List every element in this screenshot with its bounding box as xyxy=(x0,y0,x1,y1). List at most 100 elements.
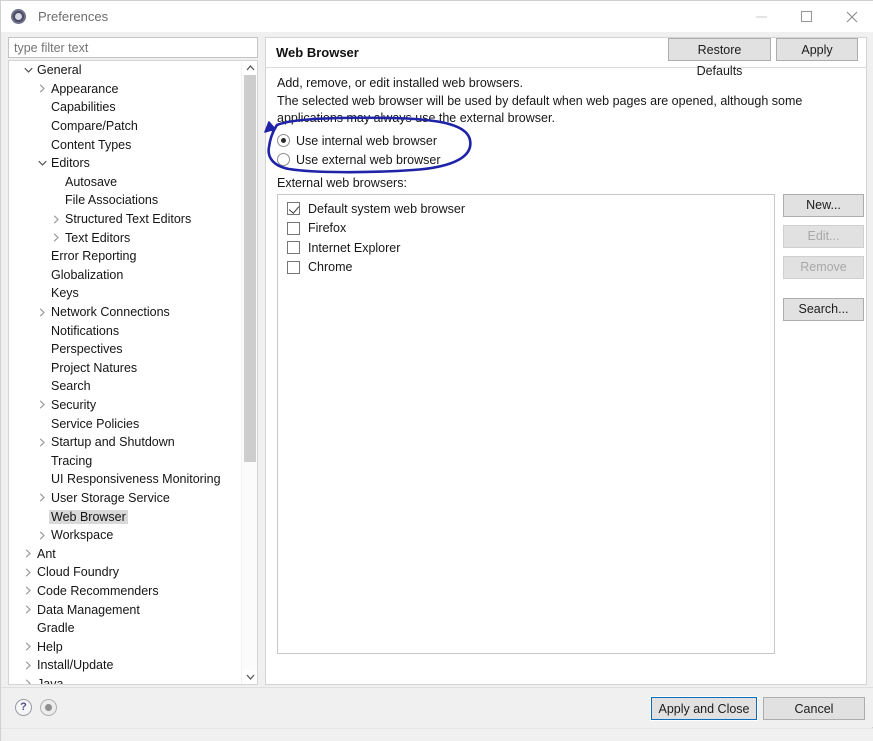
browser-label: Default system web browser xyxy=(308,201,466,216)
tree-item-content-types[interactable]: Content Types xyxy=(9,135,242,154)
minimize-icon[interactable] xyxy=(739,1,784,32)
tree-item-compare-patch[interactable]: Compare/Patch xyxy=(9,117,242,136)
radio-option-external[interactable]: Use external web browser xyxy=(277,150,441,169)
tree-item-code-recommenders[interactable]: Code Recommenders xyxy=(9,582,242,601)
tree-item-data-management[interactable]: Data Management xyxy=(9,600,242,619)
tree-item-install-update[interactable]: Install/Update xyxy=(9,656,242,675)
tree-item-network-connections[interactable]: Network Connections xyxy=(9,303,242,322)
chevron-down-icon[interactable] xyxy=(35,156,49,170)
scroll-up-arrow-icon[interactable] xyxy=(242,61,257,75)
tree-item-label: Content Types xyxy=(51,137,132,152)
radio-button[interactable] xyxy=(277,153,290,166)
scrollbar-track[interactable] xyxy=(242,75,257,670)
tree-item-capabilities[interactable]: Capabilities xyxy=(9,98,242,117)
tree-twisty-placeholder xyxy=(35,268,49,282)
button-spacer xyxy=(783,248,864,256)
apply-and-close-button[interactable]: Apply and Close xyxy=(650,696,758,721)
chevron-right-icon[interactable] xyxy=(49,231,63,245)
maximize-icon[interactable] xyxy=(784,1,829,32)
chevron-right-icon[interactable] xyxy=(35,528,49,542)
tree-item-globalization[interactable]: Globalization xyxy=(9,266,242,285)
browser-list-item[interactable]: Firefox xyxy=(278,219,774,239)
search-button[interactable]: Search... xyxy=(783,298,864,321)
search-input[interactable] xyxy=(8,37,258,58)
tree-item-label: Service Policies xyxy=(51,416,140,431)
tree-item-notifications[interactable]: Notifications xyxy=(9,321,242,340)
tree-item-error-reporting[interactable]: Error Reporting xyxy=(9,247,242,266)
tree-item-label: User Storage Service xyxy=(51,490,170,505)
tree-item-project-natures[interactable]: Project Natures xyxy=(9,359,242,378)
preferences-tree[interactable]: General Appearance Capabilities Compare/Pat… xyxy=(8,60,258,685)
chevron-right-icon[interactable] xyxy=(21,677,35,684)
browser-list-item[interactable]: Chrome xyxy=(278,258,774,278)
tree-item-tracing[interactable]: Tracing xyxy=(9,451,242,470)
chevron-right-icon[interactable] xyxy=(35,305,49,319)
chevron-right-icon[interactable] xyxy=(21,603,35,617)
tree-item-editors[interactable]: Editors xyxy=(9,154,242,173)
tree-item-ant[interactable]: Ant xyxy=(9,544,242,563)
scroll-down-arrow-icon[interactable] xyxy=(242,670,257,684)
apply-button[interactable]: Apply xyxy=(776,38,858,61)
chevron-right-icon[interactable] xyxy=(21,565,35,579)
tree-item-label: Web Browser xyxy=(49,509,128,524)
tree-item-text-editors[interactable]: Text Editors xyxy=(9,228,242,247)
tree-item-perspectives[interactable]: Perspectives xyxy=(9,340,242,359)
external-browsers-list[interactable]: Default system web browser Firefox Interne… xyxy=(277,194,775,654)
tree-item-label: Autosave xyxy=(65,174,118,189)
tree-item-search[interactable]: Search xyxy=(9,377,242,396)
restore-defaults-button[interactable]: Restore Defaults xyxy=(668,38,771,78)
tree-item-web-browser[interactable]: Web Browser xyxy=(9,507,242,526)
radio-option-internal[interactable]: Use internal web browser xyxy=(277,131,441,150)
chevron-right-icon[interactable] xyxy=(35,82,49,96)
tree-item-label: Cloud Foundry xyxy=(37,565,119,580)
tree-item-service-policies[interactable]: Service Policies xyxy=(9,414,242,433)
tree-item-cloud-foundry[interactable]: Cloud Foundry xyxy=(9,563,242,582)
chevron-right-icon[interactable] xyxy=(21,640,35,654)
tree-twisty-placeholder xyxy=(35,286,49,300)
chevron-right-icon[interactable] xyxy=(35,398,49,412)
tree-item-java[interactable]: Java xyxy=(9,675,242,684)
tree-item-help[interactable]: Help xyxy=(9,637,242,656)
question-mark-icon[interactable]: ? xyxy=(15,699,32,716)
chevron-right-icon[interactable] xyxy=(35,491,49,505)
chevron-down-icon[interactable] xyxy=(21,63,35,77)
button-spacer xyxy=(783,279,864,298)
radio-button[interactable] xyxy=(277,134,290,147)
tree-item-appearance[interactable]: Appearance xyxy=(9,80,242,99)
browser-checkbox[interactable] xyxy=(287,241,300,255)
tree-item-file-associations[interactable]: File Associations xyxy=(9,191,242,210)
browser-checkbox[interactable] xyxy=(287,260,300,274)
tree-item-gradle[interactable]: Gradle xyxy=(9,619,242,638)
external-browsers-label: External web browsers: xyxy=(277,176,407,190)
browser-list-item[interactable]: Internet Explorer xyxy=(278,238,774,258)
browser-checkbox[interactable] xyxy=(287,202,300,216)
radio-label: Use internal web browser xyxy=(296,133,438,148)
chevron-right-icon[interactable] xyxy=(21,547,35,561)
tree-item-structured-text-editors[interactable]: Structured Text Editors xyxy=(9,210,242,229)
browser-list-item[interactable]: Default system web browser xyxy=(278,199,774,219)
tree-item-user-storage-service[interactable]: User Storage Service xyxy=(9,489,242,508)
tree-scrollbar[interactable] xyxy=(241,61,257,684)
chevron-right-icon[interactable] xyxy=(35,435,49,449)
tree-item-keys[interactable]: Keys xyxy=(9,284,242,303)
chevron-right-icon[interactable] xyxy=(49,212,63,226)
tree-item-general[interactable]: General xyxy=(9,61,242,80)
close-icon[interactable] xyxy=(829,1,873,32)
tree-list[interactable]: General Appearance Capabilities Compare/Pat… xyxy=(9,61,242,684)
tree-item-label: Project Natures xyxy=(51,360,138,375)
tree-item-autosave[interactable]: Autosave xyxy=(9,173,242,192)
chevron-right-icon[interactable] xyxy=(21,584,35,598)
browser-checkbox[interactable] xyxy=(287,221,300,235)
scrollbar-thumb[interactable] xyxy=(244,75,256,462)
cancel-button[interactable]: Cancel xyxy=(763,697,865,720)
tree-item-workspace[interactable]: Workspace xyxy=(9,526,242,545)
record-icon[interactable] xyxy=(40,699,57,716)
tree-twisty-placeholder xyxy=(49,175,63,189)
tree-item-ui-responsiveness-monitoring[interactable]: UI Responsiveness Monitoring xyxy=(9,470,242,489)
new-button[interactable]: New... xyxy=(783,194,864,217)
tree-twisty-placeholder xyxy=(35,454,49,468)
browser-mode-radio-group[interactable]: Use internal web browser Use external web… xyxy=(277,131,441,169)
tree-item-startup-and-shutdown[interactable]: Startup and Shutdown xyxy=(9,433,242,452)
chevron-right-icon[interactable] xyxy=(21,658,35,672)
tree-item-security[interactable]: Security xyxy=(9,396,242,415)
